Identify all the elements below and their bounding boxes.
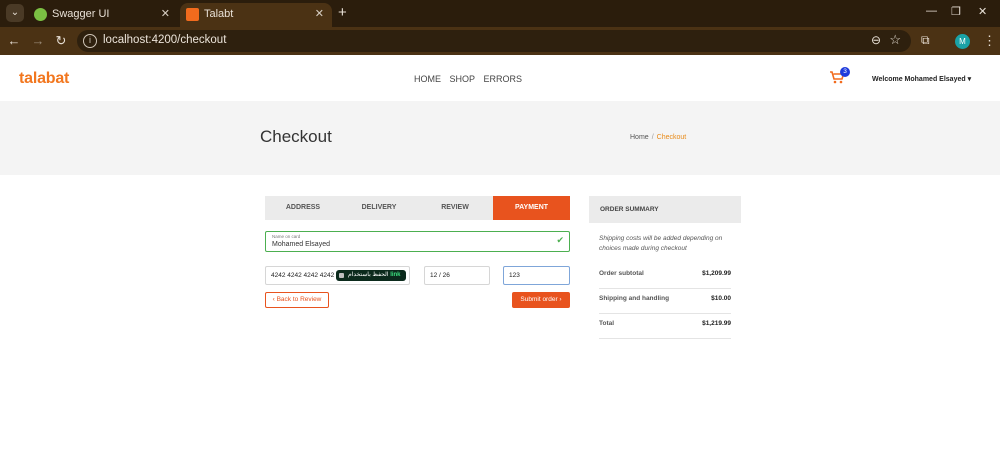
browser-tab-bar: ⌄ Swagger UI ✕ Talabt ✕ + — ❐ ✕ <box>0 0 1000 27</box>
forward-arrow-icon[interactable]: → <box>30 33 46 48</box>
name-on-card-value[interactable]: Mohamed Elsayed <box>272 241 330 248</box>
close-tab-icon[interactable]: ✕ <box>161 3 170 25</box>
link-autofill-button[interactable]: الحفظ باستخدام link <box>336 270 406 281</box>
url-text[interactable]: localhost:4200/checkout <box>103 34 226 46</box>
tab-search-button[interactable]: ⌄ <box>6 4 24 22</box>
nav-home[interactable]: HOME <box>414 74 441 84</box>
browser-menu-icon[interactable]: ⋮ <box>983 33 996 49</box>
breadcrumb-separator: / <box>651 134 654 141</box>
bookmark-star-icon[interactable]: ☆ <box>889 32 901 48</box>
reload-icon[interactable]: ↻ <box>53 33 69 49</box>
minimize-icon[interactable]: — <box>926 5 937 17</box>
step-address[interactable]: ADDRESS <box>265 196 341 220</box>
summary-value: $1,219.99 <box>702 320 731 327</box>
link-brand: link <box>390 272 401 278</box>
tab-title: Talabt <box>204 8 234 20</box>
summary-row-total: Total $1,219.99 <box>599 314 731 339</box>
tab-talabt[interactable]: Talabt ✕ <box>180 3 332 27</box>
card-number-value[interactable]: 4242 4242 4242 4242 <box>271 272 334 279</box>
step-review[interactable]: REVIEW <box>417 196 493 220</box>
valid-check-icon: ✔ <box>556 235 564 245</box>
summary-label: Total <box>599 320 615 327</box>
step-payment[interactable]: PAYMENT <box>493 196 570 220</box>
browser-toolbar: ← → ↻ i localhost:4200/checkout ⊖ ☆ <box>0 27 1000 55</box>
step-delivery[interactable]: DELIVERY <box>341 196 417 220</box>
order-summary-title: ORDER SUMMARY <box>589 196 741 223</box>
summary-value: $10.00 <box>711 295 731 302</box>
card-expiry-value[interactable]: 12 / 26 <box>430 272 450 279</box>
talabat-favicon-icon <box>186 8 199 21</box>
swagger-favicon-icon <box>34 8 47 21</box>
breadcrumb-home[interactable]: Home <box>630 134 649 141</box>
submit-order-button[interactable]: Submit order › <box>512 292 570 308</box>
summary-row-subtotal: Order subtotal $1,209.99 <box>599 264 731 289</box>
site-logo[interactable]: talabat <box>19 70 69 88</box>
breadcrumb: Home / Checkout <box>630 134 686 141</box>
name-on-card-label: Name on card <box>272 234 301 239</box>
close-tab-icon[interactable]: ✕ <box>315 3 324 25</box>
back-arrow-icon[interactable]: ← <box>6 33 22 48</box>
card-expiry-field[interactable]: 12 / 26 <box>424 266 490 285</box>
cart-count-badge: 3 <box>840 67 850 77</box>
card-cvc-value[interactable]: 123 <box>509 272 520 279</box>
card-number-field[interactable]: 4242 4242 4242 4242 الحفظ باستخدام link <box>265 266 410 285</box>
tab-title: Swagger UI <box>52 8 110 20</box>
new-tab-button[interactable]: + <box>338 4 347 21</box>
shipping-note: Shipping costs will be added depending o… <box>599 235 723 252</box>
restore-icon[interactable]: ❐ <box>951 5 961 18</box>
user-menu[interactable]: Welcome Mohamed Elsayed ▾ <box>872 75 971 83</box>
address-bar[interactable]: i localhost:4200/checkout ⊖ ☆ <box>77 30 911 52</box>
main-nav: HOME SHOP ERRORS <box>414 74 528 84</box>
profile-avatar[interactable]: M <box>955 34 970 49</box>
summary-row-shipping: Shipping and handling $10.00 <box>599 289 731 314</box>
page: talabat HOME SHOP ERRORS 3 Welcome Moham… <box>0 55 1000 476</box>
summary-value: $1,209.99 <box>702 270 731 277</box>
zoom-icon[interactable]: ⊖ <box>871 33 881 47</box>
link-save-text: الحفظ باستخدام <box>348 272 389 278</box>
close-window-icon[interactable]: ✕ <box>978 5 987 18</box>
page-hero: Checkout Home / Checkout <box>0 101 1000 175</box>
summary-label: Order subtotal <box>599 270 644 277</box>
extensions-icon[interactable]: ⧉ <box>921 33 930 48</box>
nav-shop[interactable]: SHOP <box>450 74 476 84</box>
back-to-review-button[interactable]: ‹ Back to Review <box>265 292 329 308</box>
nav-errors[interactable]: ERRORS <box>484 74 523 84</box>
breadcrumb-current: Checkout <box>656 134 687 141</box>
card-cvc-field[interactable]: 123 <box>503 266 570 285</box>
site-info-icon[interactable]: i <box>83 34 97 48</box>
page-title: Checkout <box>260 127 332 146</box>
name-on-card-field[interactable]: Name on card Mohamed Elsayed ✔ <box>265 231 570 252</box>
checkout-stepper: ADDRESS DELIVERY REVIEW PAYMENT <box>265 196 570 220</box>
tab-swagger[interactable]: Swagger UI ✕ <box>28 3 178 27</box>
summary-label: Shipping and handling <box>599 295 670 302</box>
link-card-icon <box>339 273 344 278</box>
